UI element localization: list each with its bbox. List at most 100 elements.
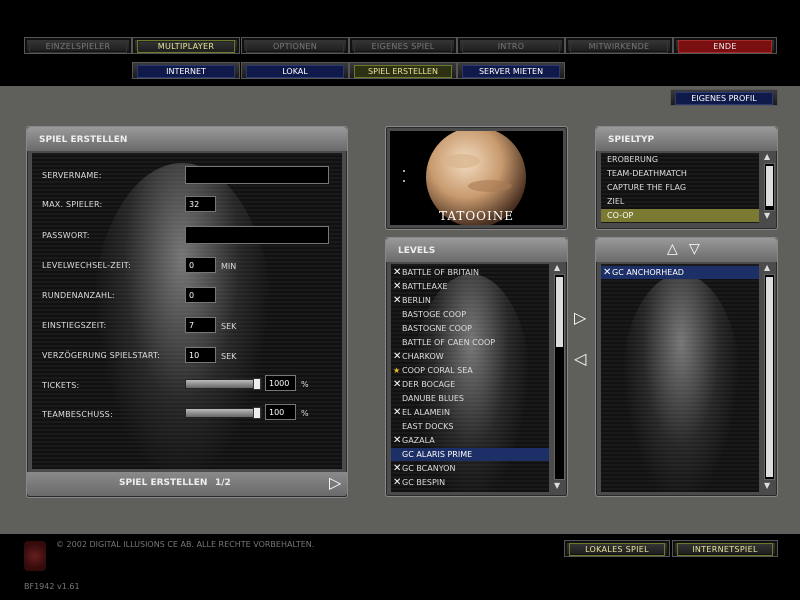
level-name: GC BESPIN [402,478,446,487]
teamkill-slider[interactable] [185,407,262,419]
level-item[interactable]: EAST DOCKS [391,420,549,433]
spotlight-decoration [621,274,741,492]
enabled-x-icon: ✕ [393,351,402,362]
subnav-internet[interactable]: INTERNET [132,62,240,79]
nav-custom-game[interactable]: EIGENES SPIEL [349,37,457,54]
max-players-input[interactable]: 32 [185,196,216,212]
level-name: BATTLE OF BRITAIN [402,268,479,277]
tickets-unit: % [301,380,309,389]
scroll-up-icon[interactable]: ▲ [554,263,560,272]
gametype-item[interactable]: EROBERUNG [601,153,759,166]
teamkill-label: TEAMBESCHUSS: [42,410,113,419]
level-name: EAST DOCKS [402,422,454,431]
levels-list: ✕BATTLE OF BRITAIN ✕BATTLEAXE ✕BERLIN BASTO… [391,264,549,492]
level-name: GC ALARIS PRIME [402,450,473,459]
level-item[interactable]: GC ALARIS PRIME [391,448,549,461]
nav-singleplayer[interactable]: EINZELSPIELER [24,37,132,54]
level-item[interactable]: BATTLE OF CAEN COOP [391,336,549,349]
star-icon: ★ [393,366,401,375]
scrollbar-thumb[interactable] [766,277,773,477]
gametype-item-selected[interactable]: CO-OP [601,209,759,222]
local-game-button[interactable]: LOKALES SPIEL [564,540,670,557]
spotlight-decoration [92,163,272,483]
selected-levels-panel: △ ▽ ✕GC ANCHORHEAD ▲ ▼ [595,237,778,497]
subnav-rent-server[interactable]: SERVER MIETEN [457,62,565,79]
enabled-x-icon: ✕ [393,407,402,418]
remove-level-arrow-icon[interactable]: ◁ [574,349,586,368]
gametype-item[interactable]: TEAM-DEATHMATCH [601,167,759,180]
servername-input[interactable] [185,166,329,184]
level-item[interactable]: ✕BATTLEAXE [391,280,549,293]
level-name: BASTOGE COOP [402,310,467,319]
gametype-item[interactable]: CAPTURE THE FLAG [601,181,759,194]
spawn-time-input[interactable]: 7 [185,317,216,333]
enabled-x-icon: ✕ [393,379,402,390]
level-change-input[interactable]: 0 [185,257,216,273]
subnav-create-game[interactable]: SPIEL ERSTELLEN [349,62,457,79]
servername-label: SERVERNAME: [42,171,102,180]
rounds-input[interactable]: 0 [185,287,216,303]
enabled-x-icon: ✕ [603,267,612,278]
selected-level-item[interactable]: ✕GC ANCHORHEAD [601,266,759,279]
tickets-input[interactable]: 1000 [265,375,296,391]
teamkill-unit: % [301,409,309,418]
level-item[interactable]: ✕GAZALA [391,434,549,447]
level-item[interactable]: ✕BERLIN [391,294,549,307]
next-page-arrow-icon[interactable]: ▷ [329,473,341,492]
selected-level-name: GC ANCHORHEAD [612,268,684,277]
top-navigation: EINZELSPIELER MULTIPLAYER OPTIONEN EIGEN… [0,32,800,79]
teamkill-input[interactable]: 100 [265,404,296,420]
level-item[interactable]: ✕DER BOCAGE [391,378,549,391]
level-item[interactable]: DANUBE BLUES [391,392,549,405]
scroll-down-icon[interactable]: ▼ [554,481,560,490]
level-item[interactable]: ✕GC BCANYON [391,462,549,475]
scroll-up-icon[interactable]: ▲ [764,263,770,272]
level-item[interactable]: ✕GC BESPIN [391,476,549,489]
nav-intro[interactable]: INTRO [457,37,565,54]
levels-scrollbar[interactable] [554,274,565,480]
create-game-title: SPIEL ERSTELLEN [27,127,347,151]
scroll-down-icon[interactable]: ▼ [764,481,770,490]
level-name: BASTOGNE COOP [402,324,473,333]
own-profile-button[interactable]: EIGENES PROFIL [670,89,778,106]
nav-options[interactable]: OPTIONEN [241,37,349,54]
subnav-local[interactable]: LOKAL [241,62,349,79]
rounds-label: RUNDENANZAHL: [42,291,115,300]
tickets-slider[interactable] [185,378,262,390]
add-level-arrow-icon[interactable]: ▷ [574,308,586,327]
level-item[interactable]: ✕EL ALAMEIN [391,406,549,419]
selected-levels-list: ✕GC ANCHORHEAD [601,264,759,492]
level-item[interactable]: ✕CHARKOW [391,350,549,363]
selected-levels-scrollbar[interactable] [764,274,775,480]
scroll-down-icon[interactable]: ▼ [764,211,770,220]
start-delay-input[interactable]: 10 [185,347,216,363]
gametype-scrollbar[interactable] [764,163,775,211]
gametype-title: SPIELTYP [596,127,777,151]
level-item[interactable]: ★ COOP CORAL SEA [391,364,549,377]
tickets-slider-knob[interactable] [253,378,261,390]
level-item[interactable]: ✕BATTLE OF BRITAIN [391,266,549,279]
create-game-footer-label: SPIEL ERSTELLEN [119,478,208,488]
move-up-icon[interactable]: △ [667,241,678,257]
nav-multiplayer[interactable]: MULTIPLAYER [132,37,240,54]
enabled-x-icon: ✕ [393,463,402,474]
spawn-time-unit: SEK [221,322,237,331]
move-down-icon[interactable]: ▽ [689,241,700,257]
level-name: BERLIN [402,296,431,305]
password-input[interactable] [185,226,329,244]
enabled-x-icon: ✕ [393,435,402,446]
nav-credits[interactable]: MITWIRKENDE [565,37,673,54]
scroll-up-icon[interactable]: ▲ [764,152,770,161]
level-item[interactable]: BASTOGNE COOP [391,322,549,335]
teamkill-slider-knob[interactable] [253,407,261,419]
nav-exit[interactable]: ENDE [673,37,777,54]
gametype-item[interactable]: ZIEL [601,195,759,208]
tickets-label: TICKETS: [42,381,80,390]
internet-game-button[interactable]: INTERNETSPIEL [672,540,778,557]
scrollbar-thumb[interactable] [556,277,563,347]
level-item[interactable]: BASTOGE COOP [391,308,549,321]
spawn-time-label: EINSTIEGSZEIT: [42,321,107,330]
map-preview-panel: TATOOINE [385,126,568,230]
enabled-x-icon: ✕ [393,267,402,278]
scrollbar-thumb[interactable] [766,166,773,206]
